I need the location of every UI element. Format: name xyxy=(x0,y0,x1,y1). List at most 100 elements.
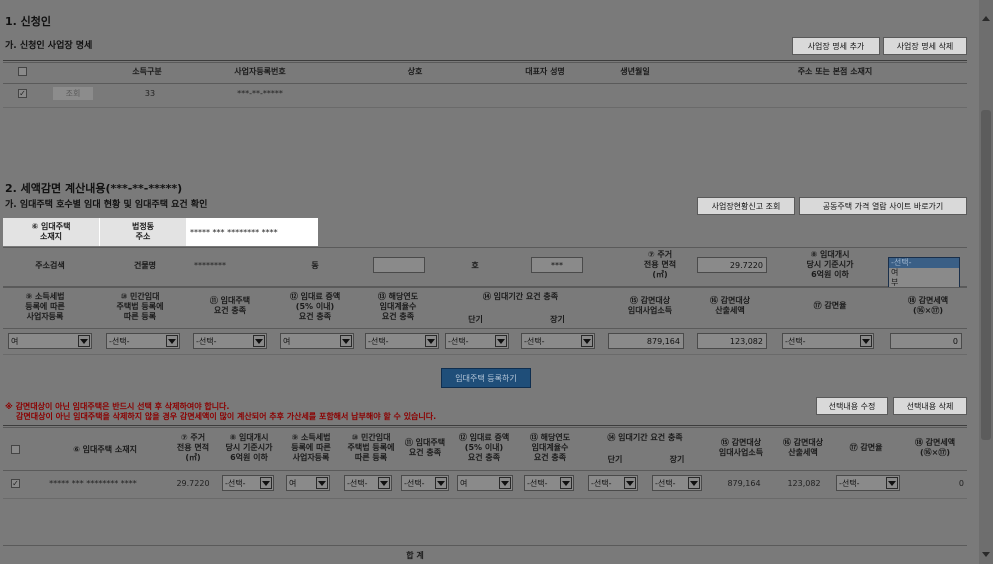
req-select-long[interactable]: -선택- xyxy=(521,333,595,349)
price-label-1: ⑧ 임대개시 xyxy=(810,250,850,259)
req-h3-2: 요건 충족 xyxy=(213,306,247,315)
area-input[interactable]: 29.7220 xyxy=(697,257,767,273)
req-select-long-value: -선택- xyxy=(524,336,545,346)
add-business-button[interactable]: 사업장 명세 추가 xyxy=(792,37,880,55)
section1-title: 1. 신청인 xyxy=(5,15,52,28)
req-h9: ⑰ 감면율 xyxy=(813,301,847,310)
req-h4-2: (5% 이내) xyxy=(295,302,335,311)
price-label-2: 당시 기준시가 xyxy=(806,260,854,269)
req-select-short[interactable]: -선택- xyxy=(445,333,509,349)
req-h6: ⑭ 임대기간 요건 충족 xyxy=(482,292,559,301)
req-h3-1: ⑪ 임대주택 xyxy=(209,296,251,305)
req-select-2[interactable]: -선택- xyxy=(106,333,180,349)
dropdown-option-select[interactable]: -선택- xyxy=(889,258,959,268)
select-all-checkbox[interactable] xyxy=(18,67,27,76)
chevron-down-icon xyxy=(560,477,572,489)
req-h2-1: ⑩ 민간임대 xyxy=(120,292,160,301)
list-col-h14-short: 단기 xyxy=(607,455,623,464)
list-top-border xyxy=(3,425,967,426)
list-select-h13-value: -선택- xyxy=(527,478,548,488)
list-select-h11[interactable]: -선택- xyxy=(401,475,449,491)
list-col-h11-1: ⑪ 임대주택 xyxy=(404,438,446,447)
list-col-h16-1: ⑯ 감면대상 xyxy=(782,438,824,447)
biz-status-lookup-button[interactable]: 사업장현황신고 조회 xyxy=(697,197,795,215)
list-col-h18-2: (⑯×⑰) xyxy=(919,448,950,457)
list-select-h9[interactable]: 여 xyxy=(286,475,330,491)
chevron-down-icon xyxy=(425,335,437,347)
list-col-h13-2: 임대계율수 xyxy=(531,443,569,452)
rate-select[interactable]: -선택- xyxy=(782,333,874,349)
scroll-down-icon[interactable] xyxy=(982,552,990,557)
building-value: ******** xyxy=(194,261,226,270)
req-select-4[interactable]: 여 xyxy=(280,333,354,349)
section1-subtitle: 가. 신청인 사업장 명세 xyxy=(5,41,93,51)
register-rental-button[interactable]: 임대주택 등록하기 xyxy=(441,368,531,388)
req-h6-long: 장기 xyxy=(550,315,565,324)
req-select-3[interactable]: -선택- xyxy=(193,333,267,349)
list-select-h10[interactable]: -선택- xyxy=(344,475,392,491)
req-h2-3: 따른 등록 xyxy=(123,312,157,321)
legal-dong-label-1: 법정동 xyxy=(131,222,155,231)
req-select-1[interactable]: 여 xyxy=(8,333,92,349)
row-checkbox[interactable]: ✓ xyxy=(18,89,27,98)
req-select-5-value: -선택- xyxy=(368,336,389,346)
list-col-h12-2: (5% 이내) xyxy=(464,443,504,452)
chevron-down-icon xyxy=(340,335,352,347)
list-col-area-2: 전용 면적 xyxy=(176,443,210,452)
list-select-all-checkbox[interactable] xyxy=(11,445,20,454)
list-select-h11-value: -선택- xyxy=(404,478,425,488)
req-h1-2: 등록에 따른 xyxy=(25,302,65,311)
ho-label: 호 xyxy=(471,261,479,270)
scrollbar-thumb[interactable] xyxy=(981,110,991,440)
req-select-1-value: 여 xyxy=(11,336,19,346)
chevron-down-icon xyxy=(581,335,593,347)
list-select-rate[interactable]: -선택- xyxy=(836,475,900,491)
values-divider xyxy=(3,354,967,355)
list-select-price[interactable]: -선택- xyxy=(222,475,274,491)
req-h5-1: ⑬ 해당연도 xyxy=(377,292,419,301)
delete-selected-button[interactable]: 선택내용 삭제 xyxy=(893,397,967,415)
chevron-down-icon xyxy=(624,477,636,489)
section2-subtitle: 가. 임대주택 호수별 임대 현황 및 임대주택 요건 확인 xyxy=(5,200,208,210)
tax-input[interactable]: 123,082 xyxy=(697,333,767,349)
list-col-h14: ⑭ 임대기간 요건 충족 xyxy=(607,433,683,442)
list-select-rate-value: -선택- xyxy=(839,478,860,488)
exempt-input[interactable]: 0 xyxy=(890,333,962,349)
col-address: 주소 또는 본점 소재지 xyxy=(797,67,873,76)
income-input[interactable]: 879,164 xyxy=(608,333,684,349)
total-top-border xyxy=(3,545,967,546)
req-select-5[interactable]: -선택- xyxy=(365,333,439,349)
list-select-short[interactable]: -선택- xyxy=(588,475,638,491)
price-site-link-button[interactable]: 공동주택 가격 열람 사이트 바로가기 xyxy=(799,197,967,215)
list-col-h9-3: 사업자등록 xyxy=(292,453,330,462)
ho-input[interactable]: *** xyxy=(531,257,583,273)
scroll-up-icon[interactable] xyxy=(982,16,990,21)
list-col-area-3: (㎡) xyxy=(185,453,201,462)
delete-business-button[interactable]: 사업장 명세 삭제 xyxy=(883,37,967,55)
col-representative: 대표자 성명 xyxy=(525,67,565,76)
req-h1-3: 사업자등록 xyxy=(26,312,64,321)
address-search-label[interactable]: 주소검색 xyxy=(10,261,90,271)
req-select-4-value: 여 xyxy=(283,336,291,346)
req-select-3-value: -선택- xyxy=(196,336,217,346)
list-col-h13-3: 요건 충족 xyxy=(533,453,567,462)
table-top-border xyxy=(3,60,967,61)
dropdown-option-yes[interactable]: 여 xyxy=(889,268,959,278)
chevron-down-icon xyxy=(78,335,90,347)
list-select-h13[interactable]: -선택- xyxy=(524,475,574,491)
list-select-short-value: -선택- xyxy=(591,478,612,488)
lookup-button[interactable]: 조회 xyxy=(52,86,94,101)
list-col-h15-2: 임대사업소득 xyxy=(718,448,764,457)
list-row-checkbox[interactable]: ✓ xyxy=(11,479,20,488)
edit-selected-button[interactable]: 선택내용 수정 xyxy=(816,397,888,415)
req-h10-2: (⑯×⑰) xyxy=(912,306,943,315)
list-select-price-value: -선택- xyxy=(225,478,246,488)
list-select-long[interactable]: -선택- xyxy=(652,475,702,491)
list-col-price-3: 6억원 이하 xyxy=(230,453,268,462)
list-col-loc: ⑥ 임대주택 소재지 xyxy=(73,445,137,454)
list-select-long-value: -선택- xyxy=(655,478,676,488)
chevron-down-icon xyxy=(166,335,178,347)
list-select-h12[interactable]: 여 xyxy=(457,475,513,491)
dong-input[interactable] xyxy=(373,257,425,273)
list-row-divider xyxy=(3,498,967,499)
